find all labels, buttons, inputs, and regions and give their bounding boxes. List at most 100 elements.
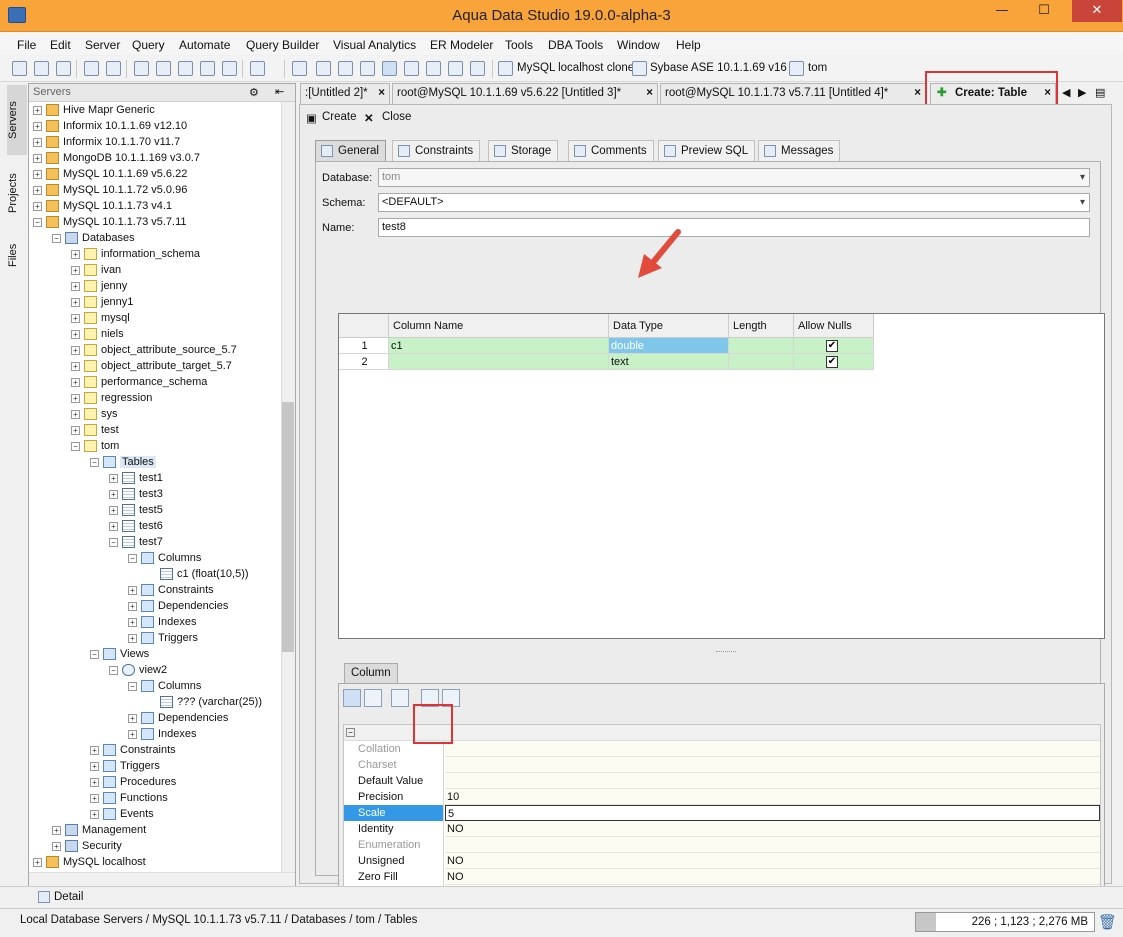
header-data-type[interactable]: Data Type xyxy=(609,314,729,338)
collapse-icon[interactable]: − xyxy=(90,649,99,659)
trash-icon[interactable]: 🗑 xyxy=(1098,913,1117,931)
tree-node[interactable]: + Hive Mapr Generic xyxy=(33,102,155,118)
expand-icon[interactable]: + xyxy=(90,761,99,771)
menu-tools[interactable]: Tools xyxy=(505,38,533,52)
data-type-cell[interactable]: text xyxy=(609,354,729,370)
expand-icon[interactable]: + xyxy=(128,601,137,611)
tab-general[interactable]: General xyxy=(315,140,386,161)
expand-icon[interactable]: + xyxy=(90,777,99,787)
expand-icon[interactable]: + xyxy=(52,841,61,851)
expand-icon[interactable]: + xyxy=(109,505,118,515)
property-row[interactable]: Precision 10 xyxy=(344,789,1100,805)
collapse-icon[interactable]: − xyxy=(52,233,61,243)
menu-er-modeler[interactable]: ER Modeler xyxy=(430,38,493,52)
tree-node[interactable]: + MySQL 10.1.1.69 v5.6.22 xyxy=(33,166,187,182)
expand-icon[interactable]: + xyxy=(71,425,80,435)
expand-icon[interactable]: + xyxy=(128,713,137,723)
close-tab-icon[interactable]: × xyxy=(646,84,653,103)
gear-icon[interactable]: ⚙ xyxy=(249,86,259,99)
splitter-handle[interactable] xyxy=(716,651,736,653)
memory-indicator[interactable]: 226 ; 1,123 ; 2,276 MB xyxy=(915,912,1095,932)
database-icon[interactable] xyxy=(498,61,513,76)
menu-visual-analytics[interactable]: Visual Analytics xyxy=(333,38,416,52)
document-icon[interactable] xyxy=(250,61,265,76)
tree-node[interactable]: + jenny1 xyxy=(71,294,133,310)
edit-server-icon[interactable] xyxy=(34,61,49,76)
description-icon[interactable] xyxy=(391,689,409,707)
tab-comments[interactable]: Comments xyxy=(568,140,654,161)
expand-icon[interactable]: + xyxy=(52,825,61,835)
tree-node[interactable]: + information_schema xyxy=(71,246,200,262)
minimize-panel-icon[interactable]: ⇤ xyxy=(275,85,284,98)
expand-icon[interactable]: + xyxy=(33,201,42,211)
close-tab-icon[interactable]: × xyxy=(378,84,385,103)
menu-query[interactable]: Query xyxy=(132,38,165,52)
database-icon[interactable] xyxy=(632,61,647,76)
tree-node[interactable]: − Views xyxy=(90,646,149,662)
find-icon[interactable] xyxy=(134,61,149,76)
tree-node[interactable]: + object_attribute_source_5.7 xyxy=(71,342,237,358)
expand-icon[interactable]: + xyxy=(71,281,80,291)
compare-icon[interactable] xyxy=(156,61,171,76)
expand-icon[interactable]: + xyxy=(33,105,42,115)
tree-node[interactable]: + Dependencies xyxy=(128,598,228,614)
property-value[interactable] xyxy=(445,757,1100,773)
collapse-icon[interactable]: − xyxy=(128,553,137,563)
database-select[interactable]: tom ▾ xyxy=(378,168,1090,187)
property-row[interactable]: Unsigned NO xyxy=(344,853,1100,869)
tree-node[interactable]: + regression xyxy=(71,390,152,406)
header-allow-nulls[interactable]: Allow Nulls xyxy=(794,314,874,338)
expand-icon[interactable]: + xyxy=(71,313,80,323)
expand-icon[interactable]: + xyxy=(90,745,99,755)
allow-nulls-checkbox[interactable]: ✔ xyxy=(826,356,838,368)
tree-node[interactable]: c1 (float(10,5)) xyxy=(147,566,249,582)
expand-icon[interactable]: + xyxy=(90,809,99,819)
column-name-cell[interactable]: c1 xyxy=(389,338,609,354)
property-row[interactable]: Default Value xyxy=(344,773,1100,789)
connection-tom[interactable]: tom xyxy=(808,62,827,74)
detail-tab[interactable]: Detail xyxy=(54,891,83,903)
menu-file[interactable]: File xyxy=(17,38,36,52)
expand-icon[interactable]: + xyxy=(109,521,118,531)
expand-icon[interactable]: + xyxy=(128,617,137,627)
tree-node[interactable]: + Functions xyxy=(90,790,168,806)
tree-node[interactable]: + Indexes xyxy=(128,726,197,742)
close-tab-icon[interactable]: × xyxy=(914,84,921,103)
tree-node[interactable]: + Informix 10.1.1.70 v11.7 xyxy=(33,134,180,150)
sidetab-servers[interactable]: Servers xyxy=(7,85,27,155)
grid-icon[interactable] xyxy=(316,61,331,76)
tree-node[interactable]: + Security xyxy=(52,838,122,854)
layout-icon[interactable] xyxy=(382,61,397,76)
collapse-icon[interactable]: − xyxy=(128,681,137,691)
menu-edit[interactable]: Edit xyxy=(50,38,71,52)
expand-icon[interactable]: + xyxy=(71,393,80,403)
tab-list-icon[interactable]: ▤ xyxy=(1095,86,1105,99)
table-icon[interactable] xyxy=(338,61,353,76)
column-name-cell[interactable] xyxy=(389,354,609,370)
expand-icon[interactable]: + xyxy=(33,121,42,131)
tree-node[interactable]: + Dependencies xyxy=(128,710,228,726)
property-row[interactable]: Collation xyxy=(344,741,1100,757)
tab-messages[interactable]: Messages xyxy=(758,140,841,161)
length-cell[interactable] xyxy=(729,354,794,370)
database-icon[interactable] xyxy=(789,61,804,76)
expand-icon[interactable]: + xyxy=(109,489,118,499)
tab-preview-sql[interactable]: Preview SQL xyxy=(658,140,756,161)
menu-automate[interactable]: Automate xyxy=(179,38,230,52)
history-icon[interactable] xyxy=(292,61,307,76)
view-icon[interactable] xyxy=(360,61,375,76)
property-group-header[interactable]: − xyxy=(344,725,1100,741)
tree-node[interactable]: + niels xyxy=(71,326,124,342)
property-row[interactable]: Scale 5 xyxy=(344,805,1100,821)
expand-icon[interactable]: + xyxy=(71,345,80,355)
expand-icon[interactable]: + xyxy=(33,153,42,163)
filter-icon[interactable] xyxy=(470,61,485,76)
close-window-button[interactable]: ✕ xyxy=(1072,0,1122,22)
property-value[interactable]: NO xyxy=(445,853,1100,869)
allow-nulls-cell[interactable]: ✔ xyxy=(794,338,874,354)
tree-node[interactable]: + test5 xyxy=(109,502,163,518)
tree-node[interactable]: + MySQL localhost xyxy=(33,854,146,870)
expand-icon[interactable]: + xyxy=(128,729,137,739)
menu-server[interactable]: Server xyxy=(85,38,120,52)
length-cell[interactable] xyxy=(729,338,794,354)
